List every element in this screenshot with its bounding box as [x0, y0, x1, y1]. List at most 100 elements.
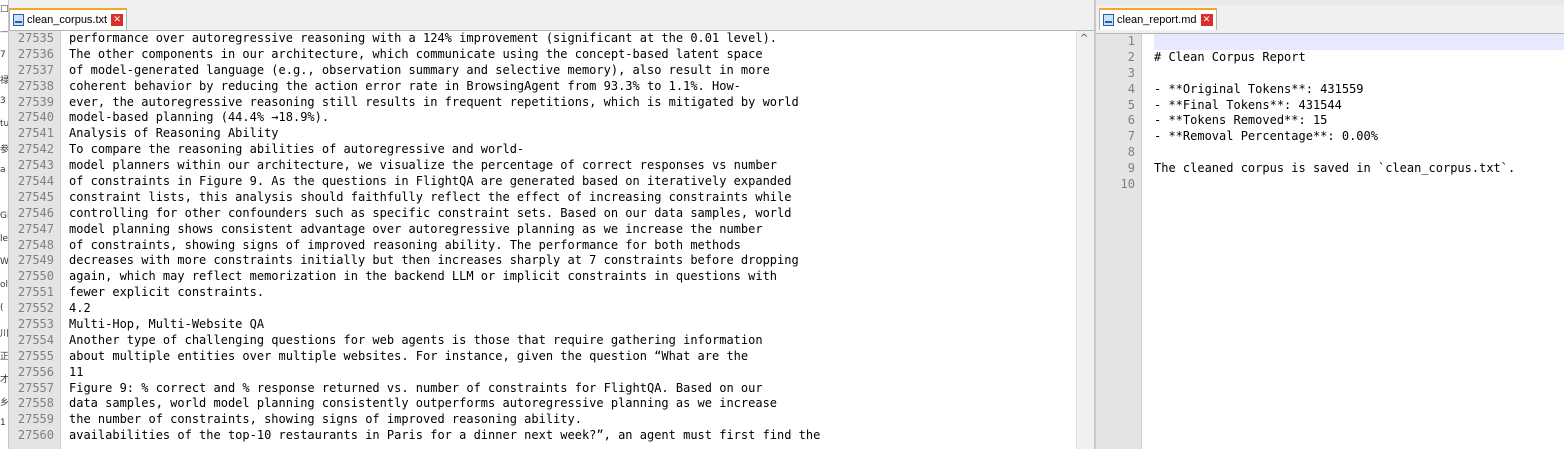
left-editor-pane: clean_corpus.txt ✕ 27535 27536 27537 27538 2…: [9, 0, 1094, 449]
text-line: model-based planning (44.4% →18.9%).: [69, 110, 330, 125]
text-content[interactable]: performance over autoregressive reasonin…: [69, 31, 1077, 449]
line-number: 9: [1127, 161, 1135, 176]
text-line: controlling for other confounders such a…: [69, 205, 792, 220]
line-number: 27552: [17, 301, 54, 316]
text-line: constraint lists, this analysis should f…: [69, 189, 792, 204]
text-line: ever, the autoregressive reasoning still…: [69, 94, 799, 109]
background-glyph: —: [0, 27, 9, 37]
line-number: 27560: [17, 428, 54, 443]
text-line: Analysis of Reasoning Ability: [69, 126, 279, 141]
tab-bar-left: clean_corpus.txt ✕: [9, 0, 1094, 30]
line-number-gutter: 1 2 3 4 5 6 7 8 9 10: [1096, 34, 1142, 449]
line-number: 27548: [17, 237, 54, 252]
background-glyph: 正: [0, 352, 9, 362]
line-number: 2: [1127, 49, 1135, 64]
tab-label: clean_report.md: [1117, 14, 1197, 26]
line-number: 27550: [17, 269, 54, 284]
background-glyph: 川: [0, 329, 9, 339]
text-line: - **Original Tokens**: 431559: [1154, 81, 1364, 96]
file-icon: [1103, 14, 1114, 26]
background-glyph: a: [0, 165, 6, 175]
line-number: 27545: [17, 189, 54, 204]
tab-label: clean_corpus.txt: [27, 14, 108, 26]
line-number: 27554: [17, 332, 54, 347]
text-line: - **Removal Percentage**: 0.00%: [1154, 129, 1378, 144]
line-number: 27549: [17, 253, 54, 268]
text-editor-right[interactable]: 1 2 3 4 5 6 7 8 9 10 # Clean Corpus Report - **Ori…: [1096, 33, 1564, 449]
background-glyph: 1: [0, 418, 6, 428]
text-line: # Clean Corpus Report: [1154, 49, 1306, 64]
text-line: availabilities of the top-10 restaurants…: [69, 428, 821, 443]
background-glyph: ol: [0, 280, 9, 290]
background-glyph: (: [0, 303, 4, 313]
text-line: about multiple entities over multiple we…: [69, 348, 749, 363]
close-icon[interactable]: ✕: [1200, 14, 1213, 26]
background-glyph: 参: [0, 145, 9, 155]
line-number: 27541: [17, 126, 54, 141]
text-line: Another type of challenging questions fo…: [69, 332, 763, 347]
background-glyph: 才: [0, 375, 9, 385]
text-line: coherent behavior by reducing the action…: [69, 78, 741, 93]
background-glyph: Gl: [0, 211, 9, 221]
line-number: 27559: [17, 412, 54, 427]
text-line: data samples, world model planning consi…: [69, 396, 778, 411]
line-number: 27555: [17, 348, 54, 363]
background-glyph: tu: [0, 119, 9, 129]
background-glyph: le: [0, 234, 9, 244]
text-line: The cleaned corpus is saved in `clean_co…: [1154, 161, 1516, 176]
line-number: 27556: [17, 364, 54, 379]
text-line: of constraints in Figure 9. As the quest…: [69, 174, 792, 189]
text-line: To compare the reasoning abilities of au…: [69, 142, 525, 157]
background-glyph: W: [0, 257, 9, 267]
text-line: again, which may reflect memorization in…: [69, 269, 778, 284]
scroll-up-arrow-icon[interactable]: ^: [1080, 33, 1088, 44]
background-glyph: 乡: [0, 398, 9, 408]
line-number: 27535: [17, 31, 54, 45]
text-line: performance over autoregressive reasonin…: [69, 31, 778, 45]
tab-clean-report[interactable]: clean_report.md ✕: [1099, 8, 1217, 30]
text-line: model planners within our architecture, …: [69, 158, 778, 173]
line-number: 27539: [17, 94, 54, 109]
line-number: 27542: [17, 142, 54, 157]
vertical-scrollbar[interactable]: ^: [1076, 31, 1094, 449]
background-glyph: 3: [0, 96, 6, 106]
tab-clean-corpus[interactable]: clean_corpus.txt ✕: [9, 8, 128, 30]
text-line: 4.2: [69, 301, 91, 316]
file-icon: [13, 14, 24, 26]
line-number: 27537: [17, 62, 54, 77]
background-window-strip: □ — 7 禄 3 tu 参 a Gl le Wol ( 川正才乡 1: [0, 0, 9, 449]
text-line: [1154, 34, 1564, 50]
text-line: [1154, 66, 1564, 82]
line-number: 27538: [17, 78, 54, 93]
line-number: 1: [1127, 34, 1135, 48]
text-line: [1154, 145, 1564, 161]
text-line: decreases with more constraints initiall…: [69, 253, 799, 268]
line-number: 6: [1127, 113, 1135, 128]
line-number: 27544: [17, 174, 54, 189]
text-line: 11: [69, 364, 84, 379]
text-line: - **Tokens Removed**: 15: [1154, 113, 1328, 128]
line-number: 27557: [17, 380, 54, 395]
text-editor-left[interactable]: 27535 27536 27537 27538 27539 27540 27541 27542…: [9, 30, 1094, 449]
line-number: 4: [1127, 81, 1135, 96]
line-number: 10: [1120, 177, 1135, 192]
background-glyph: □: [0, 4, 9, 14]
line-number: 3: [1127, 65, 1135, 80]
text-line: [1154, 177, 1564, 193]
text-line: Multi-Hop, Multi-Website QA: [69, 317, 265, 332]
text-line: Figure 9: % correct and % response retur…: [69, 380, 763, 395]
background-glyph: 禄: [0, 76, 9, 86]
text-line: The other components in our architecture…: [69, 46, 763, 61]
line-number: 27558: [17, 396, 54, 411]
line-number: 8: [1127, 145, 1135, 160]
line-number: 27536: [17, 46, 54, 61]
text-line: - **Final Tokens**: 431544: [1154, 97, 1342, 112]
background-glyph: 7: [0, 50, 6, 60]
text-line: fewer explicit constraints.: [69, 285, 265, 300]
line-number: 5: [1127, 97, 1135, 112]
tab-bar-right: clean_report.md ✕: [1096, 0, 1564, 30]
close-icon[interactable]: ✕: [111, 14, 124, 26]
line-number: 7: [1127, 129, 1135, 144]
text-line: the number of constraints, showing signs…: [69, 412, 582, 427]
text-content[interactable]: # Clean Corpus Report - **Original Tokens…: [1154, 34, 1564, 449]
